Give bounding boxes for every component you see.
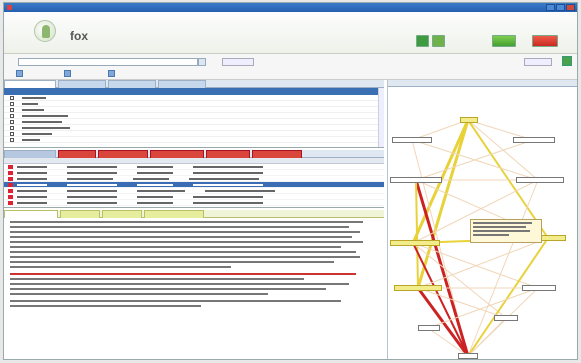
tab-1[interactable] [4,210,58,218]
graph-node[interactable] [460,117,478,123]
interaction-graph[interactable] [388,88,577,359]
medication-list-header [4,88,384,95]
graph-node[interactable] [392,137,432,143]
tab-3[interactable] [98,150,148,158]
medication-list-pane [4,80,384,148]
graph-node[interactable] [522,285,556,291]
go-green-icon[interactable] [562,56,572,66]
warning-icon [8,200,13,205]
tab-1[interactable] [4,150,56,158]
minimize-button[interactable] [546,4,555,11]
header-action-button-2[interactable] [432,35,445,47]
header-confirm-button[interactable] [492,35,516,47]
tool-icon [108,69,115,77]
graph-panel-header [388,80,577,87]
tab-3[interactable] [102,210,142,218]
checkbox-icon[interactable] [10,107,14,112]
tab-2[interactable] [58,80,106,88]
table-row[interactable] [4,200,384,206]
toolbar-button[interactable] [222,58,254,66]
app-icon [7,5,12,10]
checkbox-icon[interactable] [10,119,14,124]
window-controls [546,4,575,11]
graph-node[interactable] [418,325,440,331]
tab-4[interactable] [144,210,204,218]
checkbox-icon[interactable] [10,113,14,118]
graph-node[interactable] [390,240,440,246]
tab-6[interactable] [252,150,302,158]
warning-icon [8,176,13,181]
graph-node[interactable] [458,353,478,359]
tab-1[interactable] [4,80,56,88]
graph-node[interactable] [394,285,442,291]
interaction-tabs [4,150,384,158]
app-window: fox [3,2,578,360]
detail-text-pane [4,210,384,359]
warning-icon [8,170,13,175]
tab-4[interactable] [158,80,206,88]
graph-node[interactable] [516,177,564,183]
warning-icon [8,182,13,187]
brand-name: fox [70,29,88,43]
window-titlebar [4,3,577,12]
graph-node[interactable] [390,177,442,183]
scrollbar[interactable] [378,88,384,147]
toolbar-tool-3[interactable] [108,68,115,78]
list-item[interactable] [4,137,384,143]
header-cancel-button[interactable] [532,35,558,47]
checkbox-icon[interactable] [10,125,14,130]
tab-5[interactable] [206,150,250,158]
tab-2[interactable] [58,150,96,158]
warning-icon [8,164,13,169]
checkbox-icon[interactable] [10,95,14,100]
patient-select[interactable] [18,58,198,66]
graph-node[interactable] [513,137,555,143]
checkbox-icon[interactable] [10,137,14,142]
tab-3[interactable] [108,80,156,88]
detail-text [4,218,384,313]
brand-logo [34,20,56,42]
interaction-graph-panel [387,80,577,359]
warning-icon [8,188,13,193]
checkbox-icon[interactable] [10,101,14,106]
tool-icon [16,69,23,77]
medication-tabs [4,80,384,88]
left-panel [4,80,384,359]
auto-check-toggle[interactable] [524,58,552,66]
tab-2[interactable] [60,210,100,218]
checkbox-icon[interactable] [10,131,14,136]
graph-tooltip [470,219,542,243]
detail-tabs [4,210,384,218]
warning-icon [8,194,13,199]
toolbar [4,54,577,80]
close-button[interactable] [566,4,575,11]
tab-4[interactable] [150,150,204,158]
maximize-button[interactable] [556,4,565,11]
tool-icon [64,69,71,77]
toolbar-tool-1[interactable] [16,68,23,78]
interaction-table-pane [4,150,384,208]
toolbar-tool-2[interactable] [64,68,71,78]
header-action-button-1[interactable] [416,35,429,47]
graph-node[interactable] [494,315,518,321]
app-header: fox [4,12,577,54]
combo-dropdown-icon[interactable] [198,58,206,66]
